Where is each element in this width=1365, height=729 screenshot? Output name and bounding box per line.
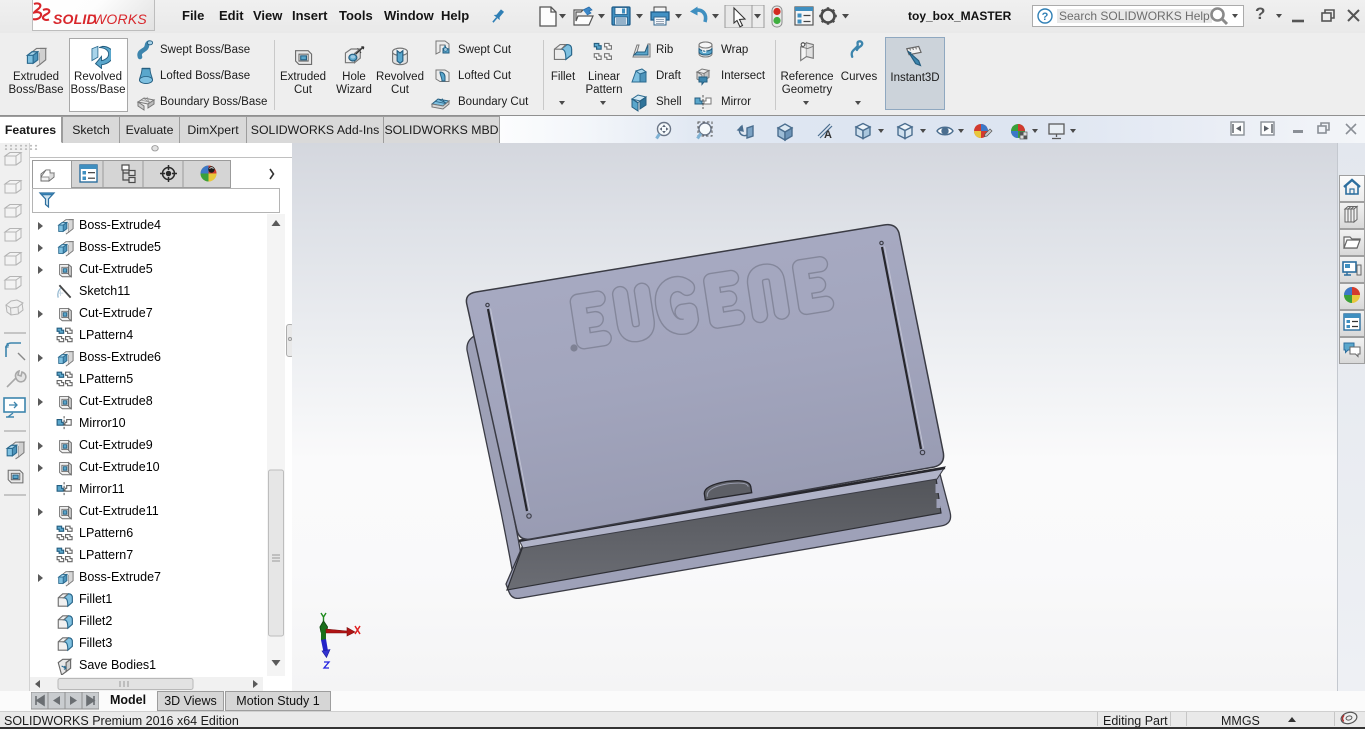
svg-text:A: A [824,129,832,141]
svg-text:?: ? [1042,11,1049,23]
svg-text:SOLID: SOLID [53,11,97,27]
svg-text:WORKS: WORKS [93,11,147,27]
